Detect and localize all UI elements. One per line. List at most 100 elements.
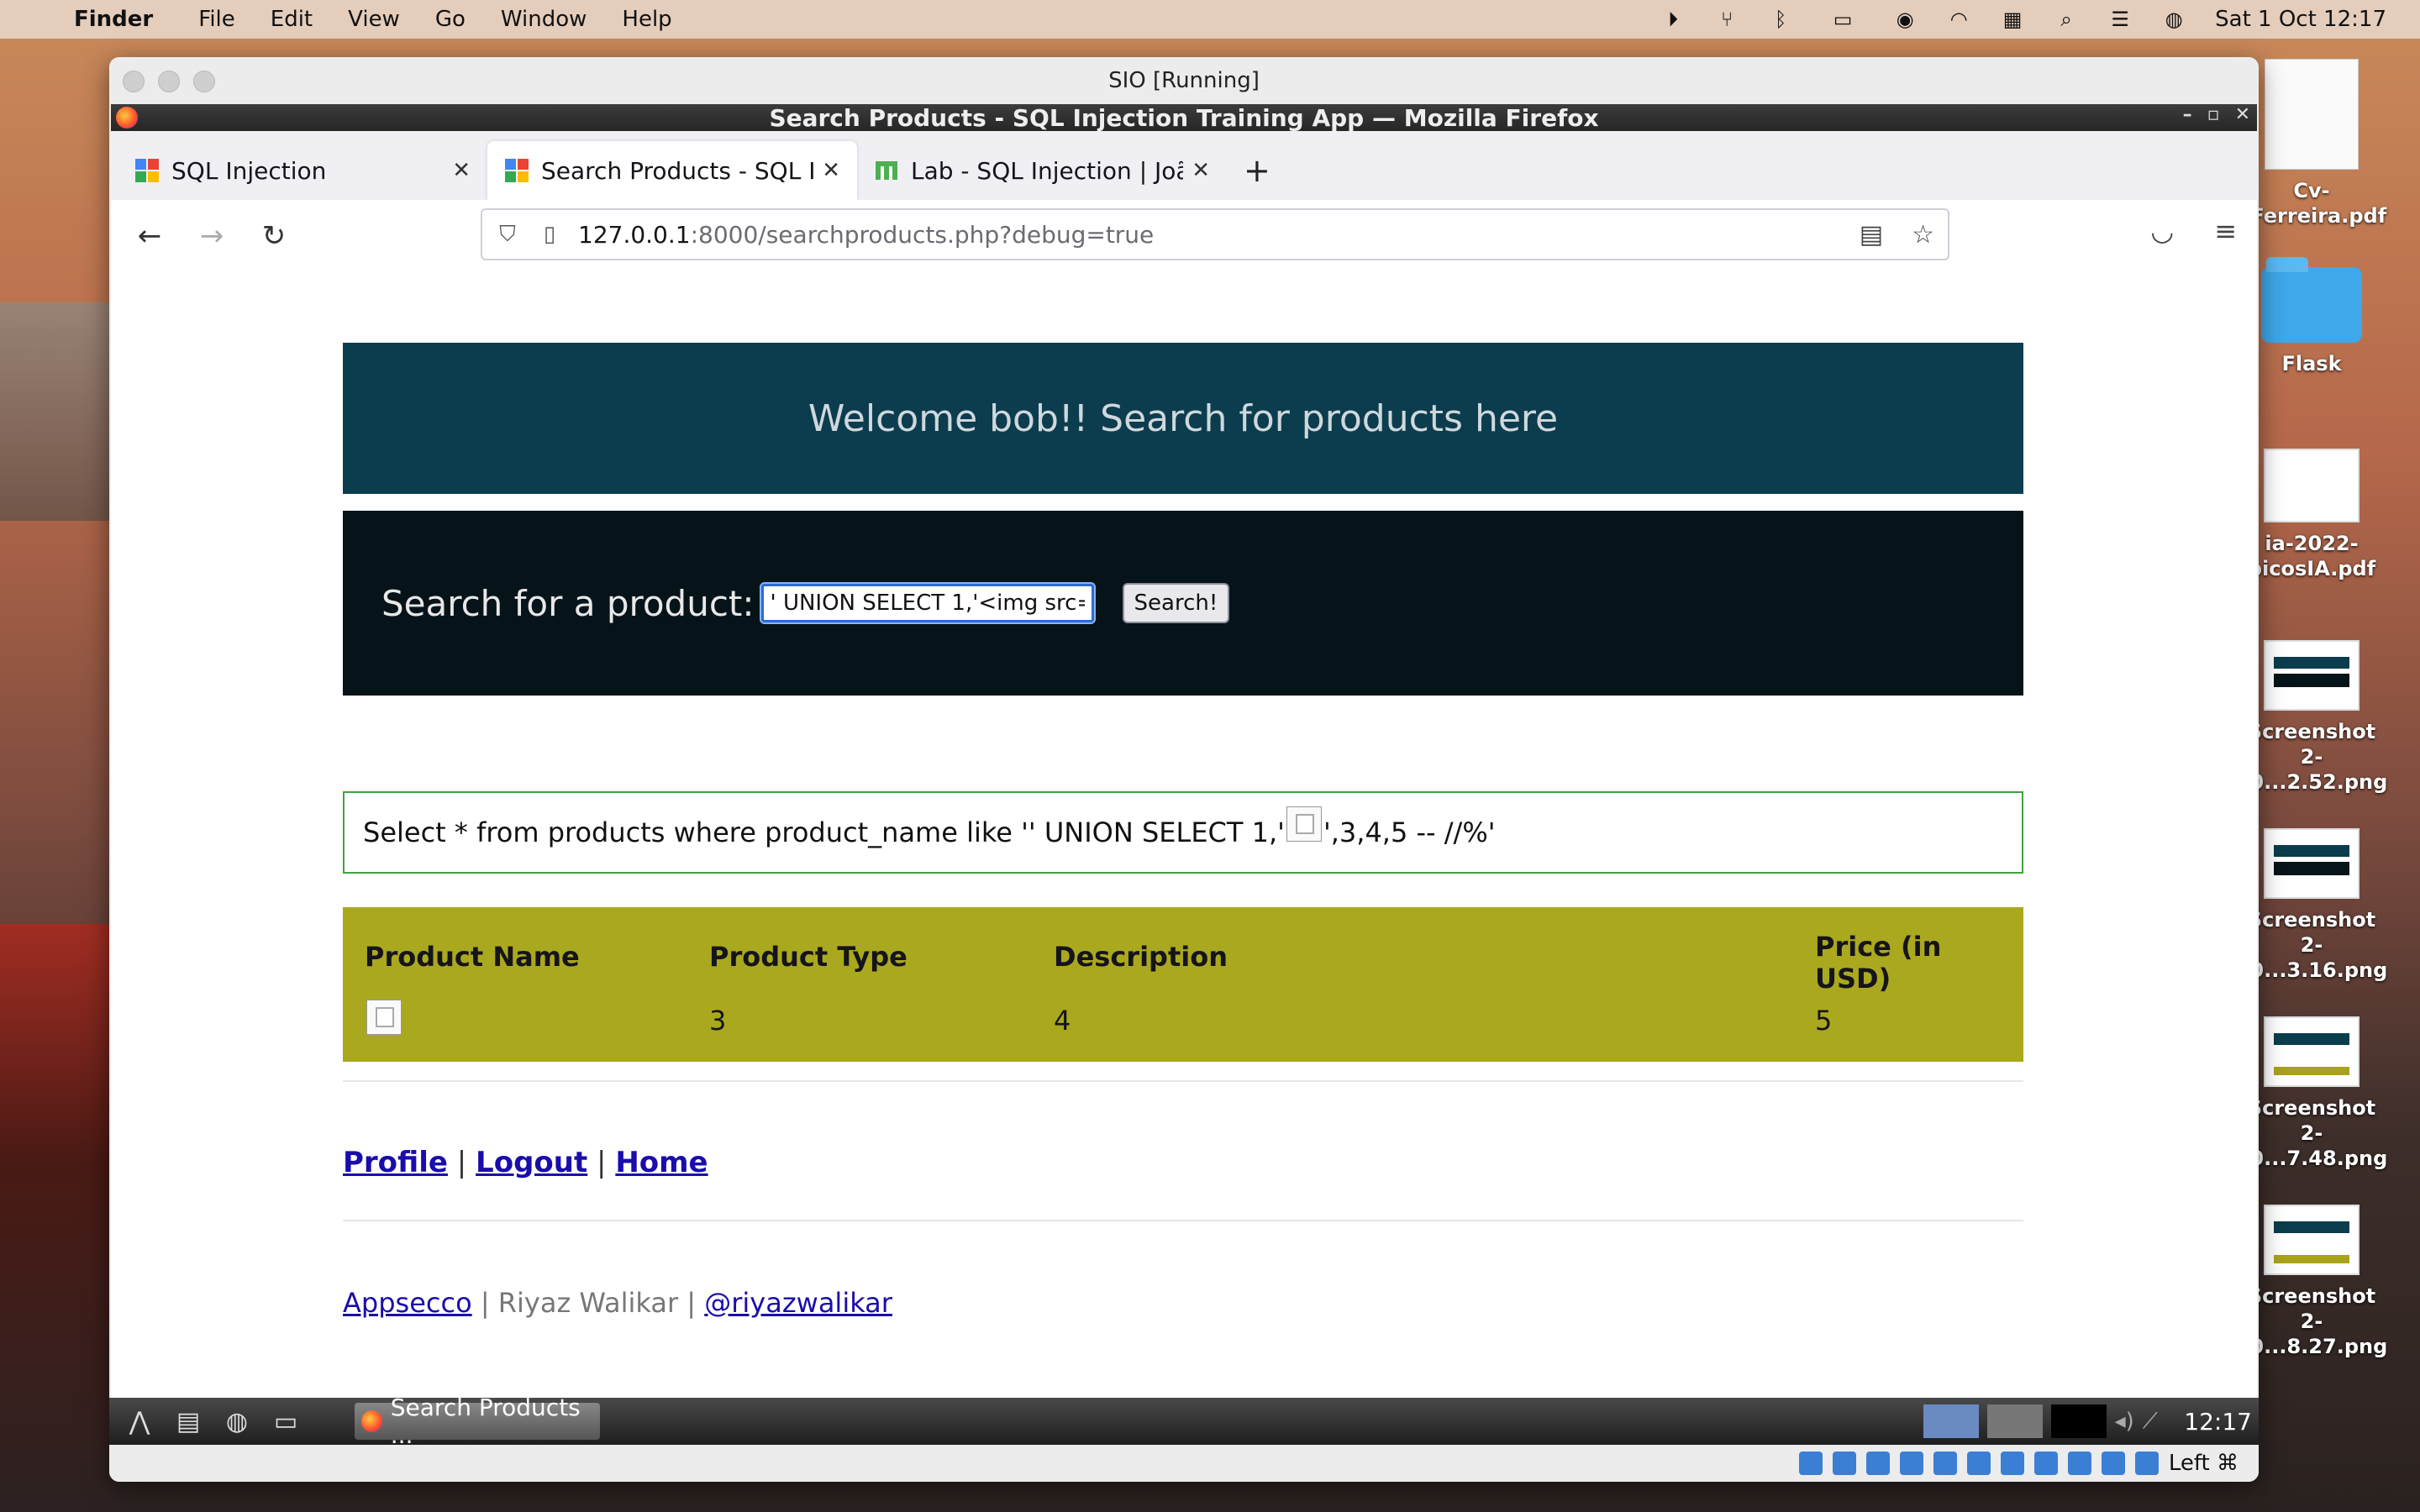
recording-icon[interactable] [2033, 1452, 2058, 1475]
keyboard-icon[interactable]: ▦ [2000, 8, 2025, 31]
virtualbox-statusbar: Left ⌘ [109, 1445, 2259, 1482]
zoom-window-button[interactable] [193, 71, 215, 92]
system-tray: ◂) ⟋ [1923, 1404, 2158, 1438]
image-file-icon [2264, 1205, 2360, 1275]
search-button[interactable]: Search! [1122, 583, 1230, 623]
menu-hamburger-icon[interactable]: ≡ [2214, 215, 2237, 247]
fork-icon[interactable]: ⑂ [1714, 8, 1739, 31]
navigation-toolbar: ← → ↻ ⛉ ▯ 127.0.0.1:8000/searchproducts.… [111, 200, 2257, 273]
keyboard-capture-icon[interactable] [2134, 1452, 2159, 1475]
firefox-icon [361, 1410, 382, 1432]
guest-screen: Search Products - SQL Injection Training… [111, 104, 2257, 1398]
tab-strip: SQL Injection ✕ Search Products - SQL In… [111, 131, 2257, 200]
control-center-icon[interactable]: ☰ [2107, 8, 2133, 31]
twitter-link[interactable]: @riyazwalikar [704, 1287, 892, 1319]
cpu-icon[interactable] [2067, 1452, 2091, 1475]
audio-icon[interactable] [1865, 1452, 1890, 1475]
menu-edit[interactable]: Edit [271, 7, 313, 32]
virtualbox-title: SIO [Running] [1108, 68, 1260, 93]
tab-label: Lab - SQL Injection | João [911, 156, 1184, 185]
header-price: Price (in USD) [1815, 931, 1942, 995]
tab-close-icon[interactable]: ✕ [822, 158, 840, 183]
desktop-folder-label: Flask [2281, 352, 2342, 375]
bluetooth-icon[interactable]: ᛒ [1768, 8, 1793, 31]
cell-product-type: 3 [709, 1005, 727, 1037]
usb-icon[interactable] [1933, 1452, 1957, 1475]
reload-button[interactable]: ↻ [250, 213, 297, 260]
workspace-2[interactable] [1986, 1404, 2043, 1438]
tab-close-icon[interactable]: ✕ [452, 158, 471, 183]
spotlight-search-icon[interactable]: ⌕ [2054, 8, 2079, 31]
virtualbox-titlebar[interactable]: SIO [Running] [109, 57, 2259, 104]
tab-search-products[interactable]: Search Products - SQL Inj ✕ [487, 141, 857, 200]
tab-lab-sql-injection[interactable]: Lab - SQL Injection | João ✕ [857, 141, 1227, 200]
bookmark-star-icon[interactable]: ☆ [1912, 220, 1934, 249]
start-menu-icon[interactable]: ⋀ [121, 1403, 158, 1440]
author-name: Riyaz Walikar [497, 1287, 679, 1319]
lab-favicon-icon [874, 158, 899, 183]
battery-icon[interactable]: ▭ [1822, 8, 1864, 31]
wifi-icon[interactable]: ◠ [1946, 8, 1971, 31]
taskbar-clock[interactable]: 12:17 [2184, 1408, 2252, 1436]
search-input[interactable] [759, 582, 1096, 624]
play-icon[interactable]: ⏵ [1660, 8, 1686, 31]
user-icon[interactable]: ◉ [1892, 8, 1918, 31]
siri-icon[interactable]: ◍ [2161, 8, 2186, 31]
google-favicon-icon [134, 158, 160, 183]
tab-sql-injection[interactable]: SQL Injection ✕ [118, 141, 487, 200]
file-manager-icon[interactable]: ▤ [170, 1403, 207, 1440]
forward-button[interactable]: → [188, 213, 235, 260]
close-window-button[interactable] [123, 71, 145, 92]
mac-menubar: Finder File Edit View Go Window Help ⏵ ⑂… [0, 0, 2420, 39]
menu-window[interactable]: Window [501, 7, 587, 32]
taskbar-item-label: Search Products ... [390, 1394, 581, 1449]
reader-view-icon[interactable]: ▤ [1860, 220, 1883, 249]
image-file-icon [2264, 640, 2360, 711]
page-info-icon[interactable]: ▯ [533, 222, 566, 247]
menu-file[interactable]: File [198, 7, 235, 32]
close-icon[interactable]: ✕ [2235, 104, 2250, 125]
search-label: Search for a product: [381, 582, 755, 624]
back-button[interactable]: ← [126, 213, 173, 260]
menu-view[interactable]: View [348, 7, 400, 32]
appsecco-link[interactable]: Appsecco [343, 1287, 472, 1319]
image-file-icon [2264, 1016, 2360, 1087]
taskbar-firefox-item[interactable]: Search Products ... [355, 1394, 600, 1449]
hard-disk-icon[interactable] [1798, 1452, 1823, 1475]
cell-price: 5 [1815, 1005, 1833, 1037]
tab-close-icon[interactable]: ✕ [1192, 158, 1210, 183]
logout-link[interactable]: Logout [476, 1146, 587, 1179]
pocket-icon[interactable]: ◡ [2150, 215, 2174, 247]
terminal-icon[interactable]: ▭ [267, 1403, 304, 1440]
mouse-integration-icon[interactable] [2101, 1452, 2125, 1475]
menu-go[interactable]: Go [435, 7, 466, 32]
browser-icon[interactable]: ◍ [218, 1403, 255, 1440]
menu-finder[interactable]: Finder [74, 7, 153, 32]
volume-icon[interactable]: ◂) [2115, 1409, 2134, 1434]
host-key-label: Left ⌘ [2168, 1451, 2238, 1476]
workspace-1[interactable] [1923, 1404, 1979, 1438]
menu-help[interactable]: Help [622, 7, 671, 32]
minimize-window-button[interactable] [158, 71, 180, 92]
tab-label: Search Products - SQL Inj [541, 156, 814, 185]
optical-drive-icon[interactable] [1832, 1452, 1856, 1475]
maximize-icon[interactable]: ▫ [2207, 104, 2220, 125]
display-icon[interactable] [2000, 1452, 2024, 1475]
search-panel: Search for a product: Search! [343, 511, 2023, 696]
network-icon[interactable]: ⟋ [2143, 1409, 2158, 1435]
desktop-file-label: ia-2022- picosIA.pdf [2247, 532, 2376, 580]
minimize-icon[interactable]: – [2183, 104, 2192, 125]
firefox-titlebar[interactable]: Search Products - SQL Injection Training… [111, 104, 2257, 132]
home-link[interactable]: Home [615, 1146, 708, 1179]
network-adapter-icon[interactable] [1899, 1452, 1923, 1475]
workspace-3[interactable] [2050, 1404, 2107, 1438]
profile-link[interactable]: Profile [343, 1146, 448, 1179]
tab-label: SQL Injection [171, 156, 327, 185]
menubar-clock[interactable]: Sat 1 Oct 12:17 [2215, 7, 2386, 32]
pdf-file-icon [2264, 449, 2360, 522]
shield-icon[interactable]: ⛉ [491, 222, 524, 248]
cell-description: 4 [1054, 1005, 1071, 1037]
new-tab-button[interactable]: + [1227, 141, 1287, 200]
shared-folders-icon[interactable] [1966, 1452, 1991, 1475]
url-bar[interactable]: ⛉ ▯ 127.0.0.1:8000/searchproducts.php?de… [481, 208, 1949, 260]
